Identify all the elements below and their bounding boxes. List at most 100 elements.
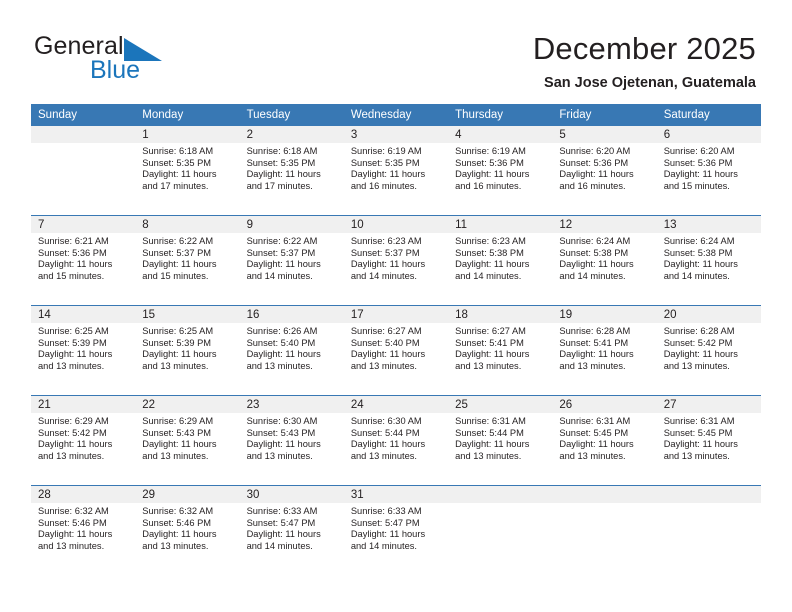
day-cell-inner: 4 Sunrise: 6:19 AM Sunset: 5:36 PM Daylight…	[448, 126, 553, 215]
sunrise-text: Sunrise: 6:20 AM	[663, 146, 735, 156]
sunrise-text: Sunrise: 6:25 AM	[38, 326, 109, 336]
sunrise-text: Sunrise: 6:24 AM	[559, 236, 631, 246]
calendar-day-cell[interactable]: 27 Sunrise: 6:31 AM Sunset: 5:45 PM Dayligh…	[656, 395, 761, 486]
daylight-text: Daylight: 11 hours and 13 minutes.	[142, 349, 217, 371]
day-cell-inner: 7 Sunrise: 6:21 AM Sunset: 5:36 PM Daylight…	[31, 216, 136, 305]
day-number: 9	[239, 216, 344, 233]
calendar-day-cell[interactable]: 24 Sunrise: 6:30 AM Sunset: 5:44 PM Dayligh…	[343, 395, 449, 486]
sunset-text: Sunset: 5:35 PM	[246, 157, 316, 168]
calendar-day-cell[interactable]: 28 Sunrise: 6:32 AM Sunset: 5:46 PM Dayligh…	[31, 485, 136, 575]
calendar-day-cell[interactable]: 23 Sunrise: 6:30 AM Sunset: 5:43 PM Dayligh…	[239, 395, 344, 486]
sunset-text: Sunset: 5:43 PM	[246, 427, 316, 438]
calendar-day-cell[interactable]: 17 Sunrise: 6:27 AM Sunset: 5:40 PM Dayligh…	[343, 305, 449, 396]
calendar-day-cell[interactable]: 31 Sunrise: 6:33 AM Sunset: 5:47 PM Dayligh…	[343, 485, 449, 575]
day-details: Sunrise: 6:33 AM Sunset: 5:47 PM Daylight:…	[240, 503, 344, 552]
sunset-text: Sunset: 5:44 PM	[455, 427, 524, 438]
day-details: Sunrise: 6:32 AM Sunset: 5:46 PM Daylight:…	[31, 503, 135, 552]
calendar-day-cell[interactable]: 8 Sunrise: 6:22 AM Sunset: 5:37 PM Daylight…	[135, 215, 240, 306]
day-number: 13	[656, 216, 761, 233]
general-blue-logo[interactable]: General Blue	[34, 33, 224, 85]
day-cell-inner	[448, 486, 553, 575]
day-details: Sunrise: 6:26 AM Sunset: 5:40 PM Daylight:…	[240, 323, 344, 372]
sunset-text: Sunset: 5:37 PM	[246, 247, 316, 258]
day-details: Sunrise: 6:29 AM Sunset: 5:42 PM Daylight:…	[31, 413, 135, 462]
sunrise-text: Sunrise: 6:30 AM	[350, 416, 422, 426]
sunrise-text: Sunrise: 6:29 AM	[38, 416, 109, 426]
daylight-text: Daylight: 11 hours and 14 minutes.	[455, 259, 530, 281]
calendar-day-cell[interactable]: 29 Sunrise: 6:32 AM Sunset: 5:46 PM Dayligh…	[135, 485, 240, 575]
sunset-text: Sunset: 5:39 PM	[142, 337, 212, 348]
day-details: Sunrise: 6:30 AM Sunset: 5:43 PM Daylight:…	[240, 413, 344, 462]
day-cell-inner: 25 Sunrise: 6:31 AM Sunset: 5:44 PM Dayligh…	[448, 396, 553, 485]
day-details: Sunrise: 6:30 AM Sunset: 5:44 PM Daylight:…	[344, 413, 448, 462]
day-cell-inner: 26 Sunrise: 6:31 AM Sunset: 5:45 PM Dayligh…	[552, 396, 657, 485]
sunrise-text: Sunrise: 6:31 AM	[663, 416, 735, 426]
daylight-text: Daylight: 11 hours and 13 minutes.	[663, 439, 738, 461]
calendar-day-cell[interactable]: 19 Sunrise: 6:28 AM Sunset: 5:41 PM Dayligh…	[552, 305, 657, 396]
day-cell-inner: 31 Sunrise: 6:33 AM Sunset: 5:47 PM Dayligh…	[343, 486, 449, 575]
calendar-day-cell[interactable]: 16 Sunrise: 6:26 AM Sunset: 5:40 PM Dayligh…	[239, 305, 344, 396]
calendar-day-cell[interactable]: 14 Sunrise: 6:25 AM Sunset: 5:39 PM Dayligh…	[31, 305, 136, 396]
weekday-header-monday: Monday	[135, 104, 240, 126]
daylight-text: Daylight: 11 hours and 13 minutes.	[350, 439, 426, 461]
calendar-day-cell[interactable]: 30 Sunrise: 6:33 AM Sunset: 5:47 PM Dayligh…	[239, 485, 344, 575]
sunrise-text: Sunrise: 6:24 AM	[663, 236, 735, 246]
calendar-day-cell[interactable]: 10 Sunrise: 6:23 AM Sunset: 5:37 PM Dayligh…	[343, 215, 449, 306]
sunrise-text: Sunrise: 6:33 AM	[350, 506, 422, 516]
daylight-text: Daylight: 11 hours and 16 minutes.	[559, 169, 634, 191]
calendar-day-cell[interactable]: 12 Sunrise: 6:24 AM Sunset: 5:38 PM Dayligh…	[552, 215, 657, 306]
daylight-text: Daylight: 11 hours and 14 minutes.	[246, 259, 321, 281]
day-details: Sunrise: 6:27 AM Sunset: 5:40 PM Daylight:…	[344, 323, 448, 372]
sunrise-text: Sunrise: 6:33 AM	[246, 506, 318, 516]
sunset-text: Sunset: 5:47 PM	[350, 517, 420, 528]
calendar-day-cell[interactable]: 25 Sunrise: 6:31 AM Sunset: 5:44 PM Dayligh…	[448, 395, 553, 486]
calendar-day-cell[interactable]: 20 Sunrise: 6:28 AM Sunset: 5:42 PM Dayligh…	[656, 305, 761, 396]
calendar-day-cell[interactable]: 3 Sunrise: 6:19 AM Sunset: 5:35 PM Daylight…	[343, 126, 449, 216]
day-cell-inner	[31, 126, 136, 215]
day-number: 14	[31, 306, 136, 323]
daylight-text: Daylight: 11 hours and 16 minutes.	[350, 169, 426, 191]
daylight-text: Daylight: 11 hours and 13 minutes.	[455, 439, 530, 461]
sunset-text: Sunset: 5:36 PM	[559, 157, 629, 168]
calendar-day-cell[interactable]: 7 Sunrise: 6:21 AM Sunset: 5:36 PM Daylight…	[31, 215, 136, 306]
calendar-day-cell[interactable]: 9 Sunrise: 6:22 AM Sunset: 5:37 PM Daylight…	[239, 215, 344, 306]
calendar-day-cell[interactable]: 26 Sunrise: 6:31 AM Sunset: 5:45 PM Dayligh…	[552, 395, 657, 486]
day-number: 18	[448, 306, 553, 323]
sunset-text: Sunset: 5:45 PM	[559, 427, 629, 438]
sunset-text: Sunset: 5:37 PM	[350, 247, 420, 258]
calendar-day-cell[interactable]: 1 Sunrise: 6:18 AM Sunset: 5:35 PM Daylight…	[135, 126, 240, 216]
calendar-day-cell[interactable]: 6 Sunrise: 6:20 AM Sunset: 5:36 PM Daylight…	[656, 126, 761, 216]
day-cell-inner: 18 Sunrise: 6:27 AM Sunset: 5:41 PM Dayligh…	[448, 306, 553, 395]
day-number	[552, 486, 657, 503]
calendar-week-row: 7 Sunrise: 6:21 AM Sunset: 5:36 PM Daylight…	[31, 215, 761, 306]
day-cell-inner	[552, 486, 657, 575]
day-number: 6	[656, 126, 761, 143]
calendar-day-cell[interactable]: 2 Sunrise: 6:18 AM Sunset: 5:35 PM Daylight…	[239, 126, 344, 216]
sunset-text: Sunset: 5:47 PM	[246, 517, 316, 528]
calendar-day-cell[interactable]: 15 Sunrise: 6:25 AM Sunset: 5:39 PM Dayligh…	[135, 305, 240, 396]
day-cell-inner: 8 Sunrise: 6:22 AM Sunset: 5:37 PM Daylight…	[135, 216, 240, 305]
day-number: 20	[656, 306, 761, 323]
calendar-day-cell[interactable]: 21 Sunrise: 6:29 AM Sunset: 5:42 PM Dayligh…	[31, 395, 136, 486]
sunrise-text: Sunrise: 6:32 AM	[38, 506, 109, 516]
sunrise-text: Sunrise: 6:30 AM	[246, 416, 318, 426]
calendar-day-cell	[31, 126, 136, 216]
calendar-day-cell[interactable]: 22 Sunrise: 6:29 AM Sunset: 5:43 PM Dayligh…	[135, 395, 240, 486]
day-number: 10	[343, 216, 449, 233]
calendar-day-cell[interactable]: 11 Sunrise: 6:23 AM Sunset: 5:38 PM Dayligh…	[448, 215, 553, 306]
sunset-text: Sunset: 5:38 PM	[663, 247, 733, 258]
day-details: Sunrise: 6:31 AM Sunset: 5:45 PM Daylight:…	[657, 413, 761, 462]
sunset-text: Sunset: 5:43 PM	[142, 427, 212, 438]
daylight-text: Daylight: 11 hours and 14 minutes.	[663, 259, 738, 281]
day-details: Sunrise: 6:19 AM Sunset: 5:35 PM Daylight:…	[344, 143, 448, 192]
daylight-text: Daylight: 11 hours and 14 minutes.	[246, 529, 321, 551]
day-number: 3	[343, 126, 449, 143]
page-title: December 2025	[532, 31, 756, 66]
calendar-day-cell[interactable]: 4 Sunrise: 6:19 AM Sunset: 5:36 PM Daylight…	[448, 126, 553, 216]
calendar-day-cell[interactable]: 5 Sunrise: 6:20 AM Sunset: 5:36 PM Daylight…	[552, 126, 657, 216]
day-cell-inner: 1 Sunrise: 6:18 AM Sunset: 5:35 PM Daylight…	[135, 126, 240, 215]
calendar-day-cell[interactable]: 18 Sunrise: 6:27 AM Sunset: 5:41 PM Dayligh…	[448, 305, 553, 396]
sunset-text: Sunset: 5:36 PM	[38, 247, 107, 258]
calendar-day-cell	[448, 485, 553, 575]
calendar-day-cell[interactable]: 13 Sunrise: 6:24 AM Sunset: 5:38 PM Dayligh…	[656, 215, 761, 306]
